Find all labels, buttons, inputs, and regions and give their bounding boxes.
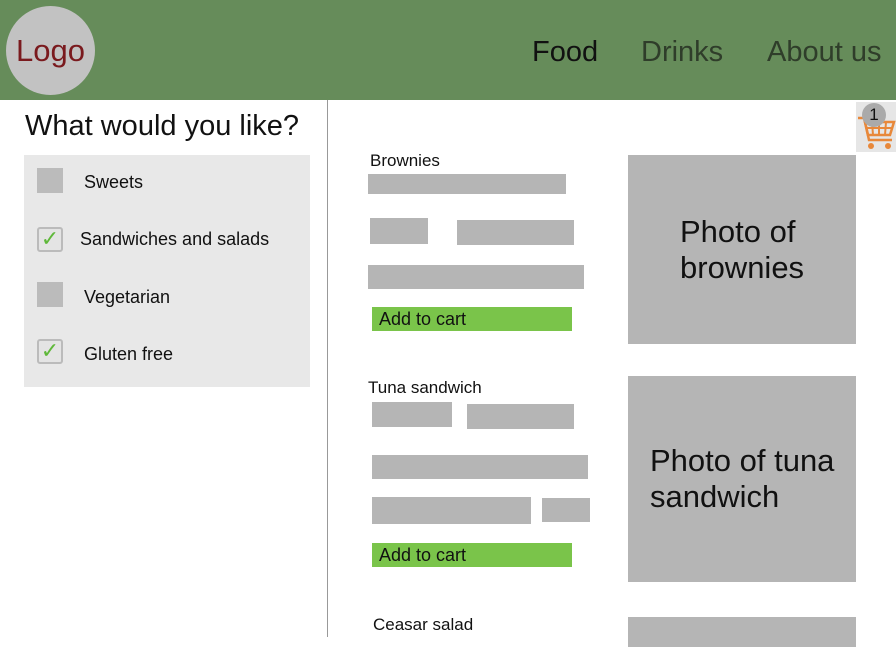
nav-about-us[interactable]: About us [767, 36, 881, 69]
placeholder-bar [467, 404, 574, 429]
add-to-cart-button[interactable]: Add to cart [372, 307, 572, 331]
product-photo: Photo of tuna sandwich [628, 376, 856, 582]
placeholder-bar [372, 402, 452, 427]
placeholder-bar [370, 218, 428, 244]
checkbox-label: Sandwiches and salads [80, 229, 270, 249]
product-photo [628, 617, 856, 647]
checkbox-sweets[interactable] [37, 168, 63, 193]
placeholder-bar [372, 455, 588, 479]
divider [327, 100, 328, 637]
product-name: Tuna sandwich [368, 378, 482, 397]
checkbox-vegetarian[interactable] [37, 282, 63, 307]
header [0, 0, 896, 100]
cart-count-badge: 1 [862, 103, 886, 127]
checkbox-label: Sweets [84, 172, 144, 192]
product-photo: Photo of brownies [628, 155, 856, 344]
nav-drinks[interactable]: Drinks [641, 36, 723, 69]
nav-food[interactable]: Food [532, 36, 598, 69]
product-name: Ceasar salad [373, 615, 474, 634]
checkbox-label: Gluten free [84, 344, 174, 364]
checkmark-icon: ✓ [40, 226, 60, 251]
checkmark-icon: ✓ [40, 338, 60, 363]
logo[interactable]: Logo [6, 6, 95, 95]
placeholder-bar [372, 497, 531, 524]
checkbox-label: Vegetarian [84, 287, 171, 307]
placeholder-bar [368, 265, 584, 289]
placeholder-bar [542, 498, 590, 522]
checkbox-sandwiches-and-salads[interactable]: ✓ [37, 227, 63, 252]
product-name: Brownies [370, 151, 440, 170]
filters-title: What would you like? [25, 110, 300, 142]
add-to-cart-button[interactable]: Add to cart [372, 543, 572, 567]
placeholder-bar [368, 174, 566, 194]
placeholder-bar [457, 220, 574, 245]
checkbox-gluten-free[interactable]: ✓ [37, 339, 63, 364]
